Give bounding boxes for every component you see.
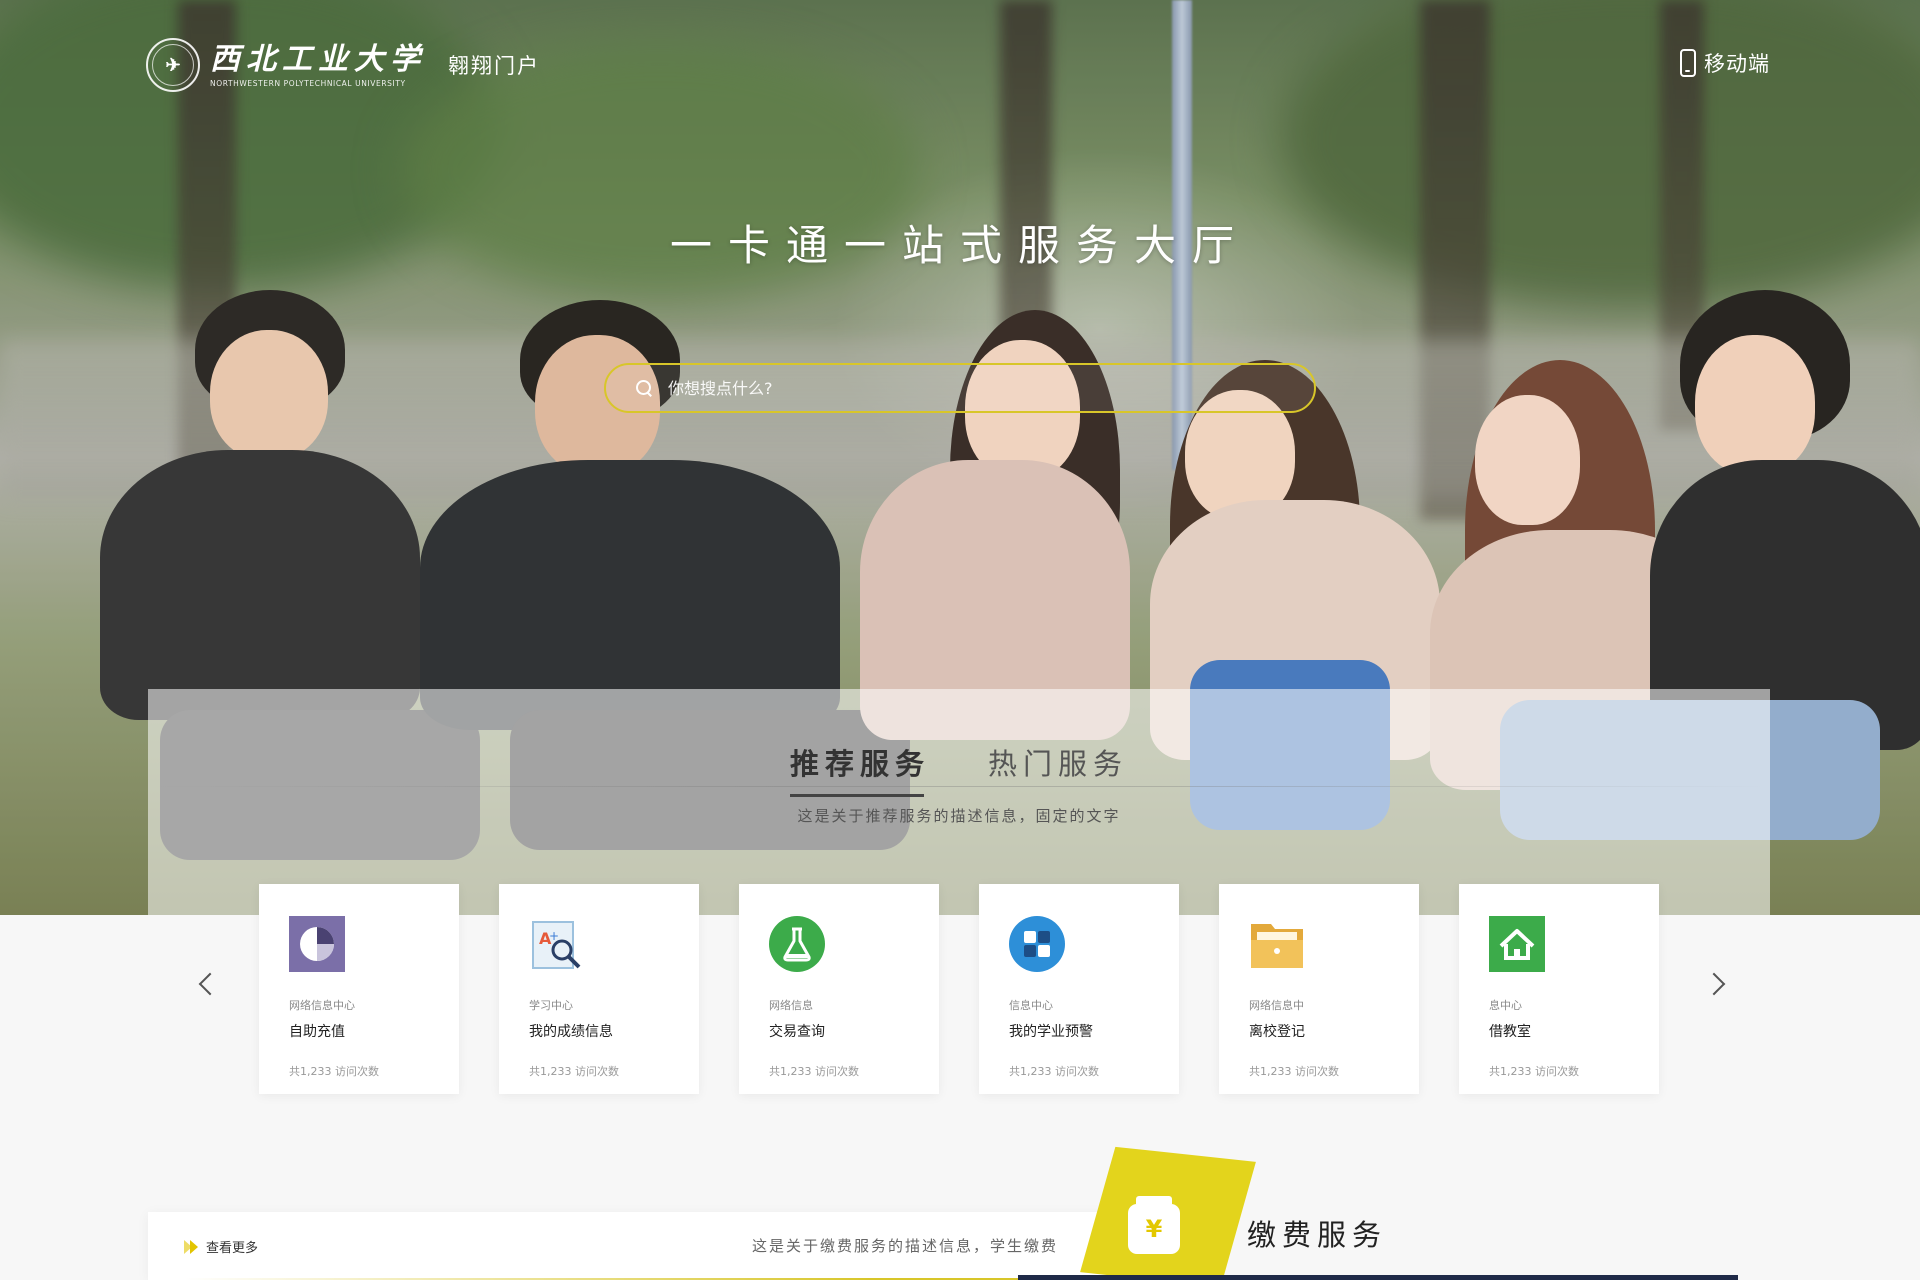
tab-popular[interactable]: 热门服务 (988, 741, 1128, 797)
portal-name: 翱翔门户 (448, 54, 540, 78)
card-visits: 共1,233 访问次数 (1489, 1065, 1579, 1078)
wallet-yen-icon[interactable]: ¥ (1128, 1196, 1180, 1254)
card-visits: 共1,233 访问次数 (289, 1065, 379, 1078)
card-title: 自助充值 (289, 1024, 345, 1040)
card-visits: 共1,233 访问次数 (529, 1065, 619, 1078)
university-seal-icon: ✈ (146, 38, 200, 92)
card-category: 息中心 (1489, 999, 1522, 1012)
phone-icon (1680, 49, 1696, 77)
service-card[interactable]: 息中心 借教室 共1,233 访问次数 (1459, 884, 1659, 1094)
carousel-prev-arrow-icon[interactable] (198, 972, 222, 996)
service-tabs: 推荐服务 热门服务 (148, 741, 1770, 797)
folder-icon (1249, 916, 1305, 972)
tab-recommended[interactable]: 推荐服务 (789, 741, 930, 797)
service-card[interactable]: 信息中心 我的学业预警 共1,233 访问次数 (979, 884, 1179, 1094)
grade-search-icon: A + (529, 916, 585, 972)
payment-content-bar (1018, 1275, 1738, 1280)
payment-section-strip: 查看更多 这是关于缴费服务的描述信息，学生缴费 (148, 1212, 1170, 1280)
services-panel: 推荐服务 热门服务 这是关于推荐服务的描述信息，固定的文字 (148, 689, 1770, 915)
view-more-link[interactable]: 查看更多 (184, 1237, 258, 1256)
service-card[interactable]: A + 学习中心 我的成绩信息 共1,233 访问次数 (499, 884, 699, 1094)
payment-description: 这是关于缴费服务的描述信息，学生缴费 (751, 1237, 1058, 1255)
mobile-label: 移动端 (1704, 52, 1770, 76)
home-icon (1489, 916, 1545, 972)
school-name-en: NORTHWESTERN POLYTECHNICAL UNIVERSITY (210, 78, 406, 88)
double-chevron-icon (184, 1239, 200, 1254)
hero-title: 一卡通一站式服务大厅 (669, 221, 1250, 270)
mobile-version-link[interactable]: 移动端 (1680, 48, 1770, 78)
university-logo[interactable]: ✈ 西北工业大学 NORTHWESTERN POLYTECHNICAL UNIV… (146, 38, 540, 92)
service-card[interactable]: 网络信息 交易查询 共1,233 访问次数 (739, 884, 939, 1094)
service-card[interactable]: 网络信息中 离校登记 共1,233 访问次数 (1219, 884, 1419, 1094)
pie-chart-icon (289, 916, 345, 972)
card-visits: 共1,233 访问次数 (1249, 1065, 1339, 1078)
search-box[interactable] (604, 363, 1316, 413)
search-icon[interactable] (636, 380, 652, 396)
school-name-cn: 西北工业大学 (210, 41, 426, 77)
services-description: 这是关于推荐服务的描述信息，固定的文字 (797, 807, 1121, 825)
card-title: 离校登记 (1249, 1024, 1305, 1040)
carousel-next-arrow-icon[interactable] (1702, 972, 1726, 996)
search-input[interactable] (668, 365, 1314, 411)
tabs-divider (148, 786, 1770, 787)
card-title: 我的成绩信息 (529, 1024, 613, 1040)
blocks-icon (1009, 916, 1065, 972)
card-category: 网络信息 (769, 999, 813, 1012)
card-visits: 共1,233 访问次数 (1009, 1065, 1099, 1078)
card-category: 学习中心 (529, 999, 573, 1012)
view-more-label: 查看更多 (206, 1241, 259, 1256)
card-category: 网络信息中心 (289, 999, 355, 1012)
card-title: 交易查询 (769, 1024, 825, 1040)
card-category: 网络信息中 (1249, 999, 1304, 1012)
service-card[interactable]: 网络信息中心 自助充值 共1,233 访问次数 (259, 884, 459, 1094)
card-visits: 共1,233 访问次数 (769, 1065, 859, 1078)
service-carousel: 网络信息中心 自助充值 共1,233 访问次数 A + 学习中心 我的成绩信息 共… (0, 884, 1920, 1094)
top-header: ✈ 西北工业大学 NORTHWESTERN POLYTECHNICAL UNIV… (0, 0, 1920, 130)
card-title: 借教室 (1489, 1024, 1531, 1040)
payment-section-title: 缴费服务 (1247, 1218, 1388, 1252)
flask-icon (769, 916, 825, 972)
card-category: 信息中心 (1009, 999, 1053, 1012)
card-title: 我的学业预警 (1009, 1024, 1093, 1040)
